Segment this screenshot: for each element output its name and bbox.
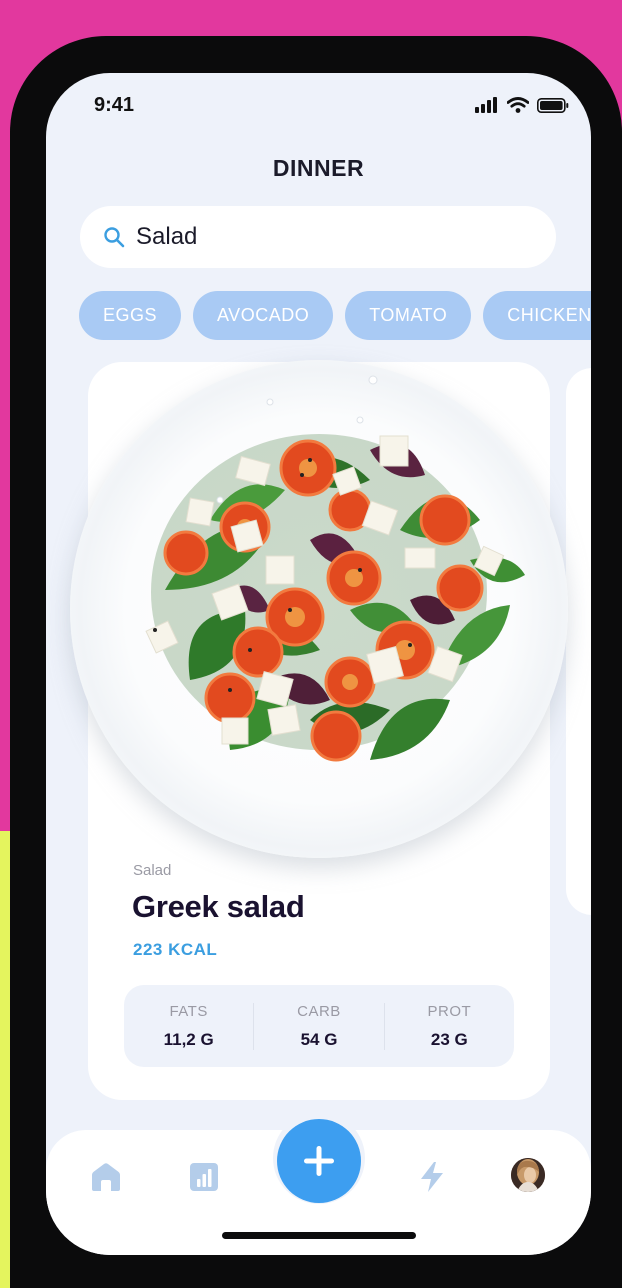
status-time: 9:41 [94, 94, 135, 116]
macro-carb: CARB 54 G [253, 1002, 383, 1050]
home-indicator [222, 1232, 416, 1239]
dish-name: Greek salad [132, 889, 305, 924]
add-button[interactable] [277, 1119, 361, 1203]
macro-label: FATS [169, 1002, 208, 1020]
tab-stats[interactable] [184, 1157, 224, 1197]
next-recipe-card[interactable] [566, 368, 591, 915]
macro-value: 23 G [430, 1029, 468, 1049]
avatar[interactable] [511, 1158, 545, 1192]
macro-fats: FATS 11,2 G [124, 1003, 253, 1050]
dish-category: Salad [133, 862, 172, 879]
macro-value: 11,2 G [163, 1029, 214, 1049]
add-icon [304, 1146, 334, 1176]
chip-tomato[interactable]: TOMATO [345, 291, 472, 340]
tab-home[interactable] [86, 1157, 126, 1197]
chip-chicken[interactable]: CHICKEN [483, 291, 591, 340]
app-screen: 9:41 DINNER EGGS AVOCADO TOMATO CHI [46, 73, 591, 1255]
stats-icon [190, 1163, 218, 1191]
search-bar[interactable] [80, 206, 556, 268]
dish-kcal: 223 KCAL [133, 940, 218, 959]
macros-panel: FATS 11,2 G CARB 54 G PROT 23 G [124, 985, 514, 1067]
bolt-icon [421, 1162, 443, 1192]
filter-chips: EGGS AVOCADO TOMATO CHICKEN [79, 291, 591, 340]
avatar-photo [511, 1158, 545, 1192]
dish-image [70, 360, 568, 858]
home-icon [92, 1163, 120, 1191]
chip-avocado[interactable]: AVOCADO [193, 291, 334, 340]
battery-icon [537, 97, 569, 113]
macro-value: 54 G [300, 1029, 338, 1049]
tab-activity[interactable] [412, 1157, 452, 1197]
page-title: DINNER [272, 155, 365, 181]
salad-illustration [145, 375, 525, 762]
search-input[interactable] [136, 223, 516, 251]
macro-prot: PROT 23 G [383, 1002, 514, 1050]
signal-icon [475, 97, 497, 113]
wifi-icon [507, 97, 529, 113]
macro-label: PROT [427, 1002, 472, 1020]
chip-eggs[interactable]: EGGS [79, 291, 182, 340]
search-icon [104, 227, 125, 248]
macro-label: CARB [297, 1002, 341, 1020]
status-icons [475, 97, 569, 113]
